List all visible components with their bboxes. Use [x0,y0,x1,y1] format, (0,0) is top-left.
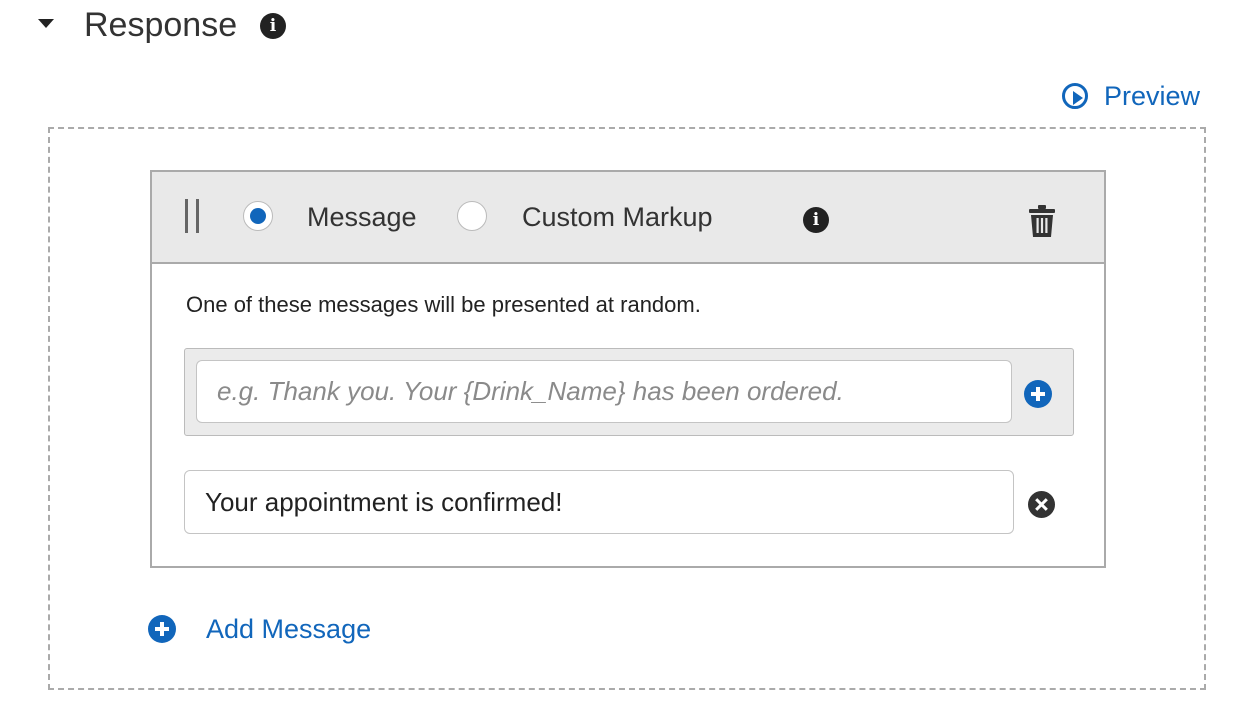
info-icon[interactable]: i [803,207,829,233]
play-circle-icon [1062,83,1088,109]
radio-custom-markup[interactable] [457,201,487,231]
collapse-caret-icon[interactable] [38,19,54,28]
radio-custom-markup-label[interactable]: Custom Markup [522,200,713,234]
drag-handle-icon[interactable] [185,199,201,233]
info-icon[interactable]: i [260,13,286,39]
message-card: Message Custom Markup i One of these mes… [150,170,1106,568]
add-message-label: Add Message [206,614,372,644]
preview-label: Preview [1104,81,1201,111]
radio-message-label[interactable]: Message [307,200,417,234]
add-message-button[interactable]: Add Message [148,612,371,646]
preview-link[interactable]: Preview [1062,78,1200,114]
radio-message[interactable] [243,201,273,231]
plus-circle-icon[interactable] [1024,380,1052,408]
new-message-group [184,348,1074,436]
new-message-input[interactable] [196,360,1012,423]
plus-circle-icon [148,615,176,643]
section-title: Response [84,6,238,44]
card-header: Message Custom Markup i [152,172,1104,264]
close-circle-icon[interactable] [1028,491,1055,518]
message-input[interactable] [184,470,1014,534]
trash-icon[interactable] [1028,204,1056,238]
random-hint: One of these messages will be presented … [186,292,701,317]
